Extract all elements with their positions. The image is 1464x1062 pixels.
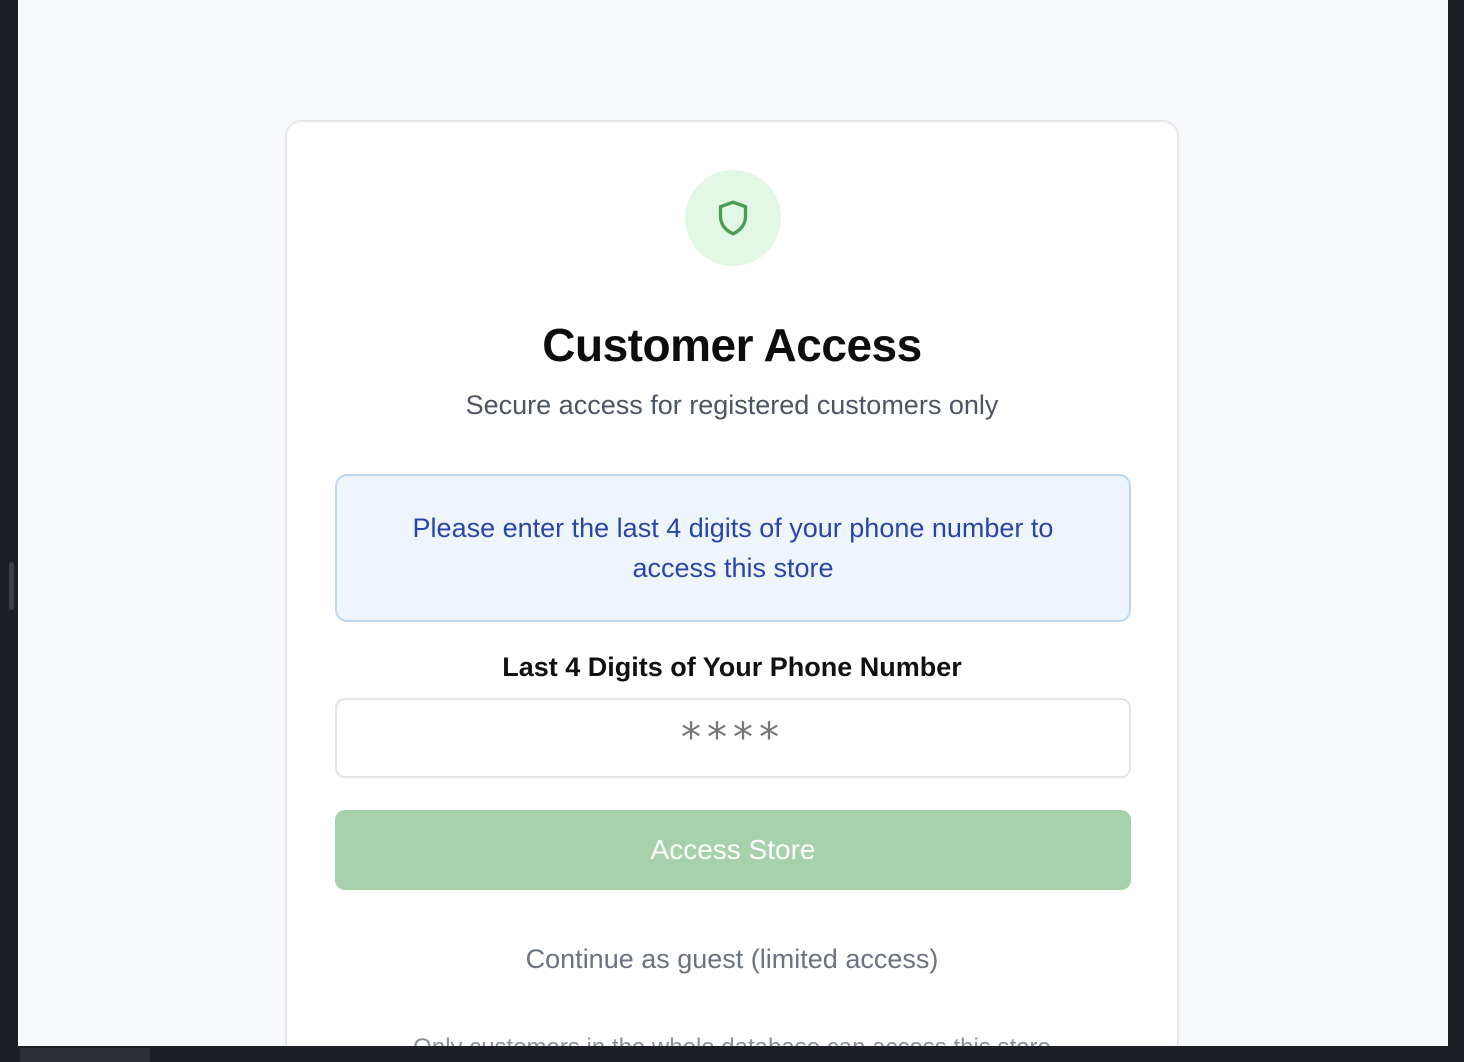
- phone-digits-label: Last 4 Digits of Your Phone Number: [502, 652, 962, 682]
- resize-handle[interactable]: [9, 562, 14, 610]
- access-store-button[interactable]: Access Store: [335, 810, 1131, 890]
- info-message-text: Please enter the last 4 digits of your p…: [412, 513, 1054, 583]
- footer-note: Only customers in the whole database can…: [287, 1034, 1177, 1046]
- customer-access-card: Customer Access Secure access for regist…: [285, 120, 1179, 1046]
- page-viewport: Customer Access Secure access for regist…: [18, 0, 1448, 1046]
- bottom-taskbar: [0, 1046, 1464, 1062]
- info-message-box: Please enter the last 4 digits of your p…: [335, 474, 1131, 622]
- shield-icon-badge: [685, 170, 781, 266]
- shield-icon: [718, 200, 748, 236]
- window-left-edge: [0, 0, 18, 1062]
- continue-as-guest-link[interactable]: Continue as guest (limited access): [287, 944, 1177, 975]
- page-title: Customer Access: [542, 319, 922, 371]
- window-right-edge: [1448, 0, 1464, 1062]
- page-subtitle: Secure access for registered customers o…: [465, 390, 999, 420]
- phone-digits-input[interactable]: [335, 698, 1131, 778]
- taskbar-tab[interactable]: [20, 1048, 150, 1062]
